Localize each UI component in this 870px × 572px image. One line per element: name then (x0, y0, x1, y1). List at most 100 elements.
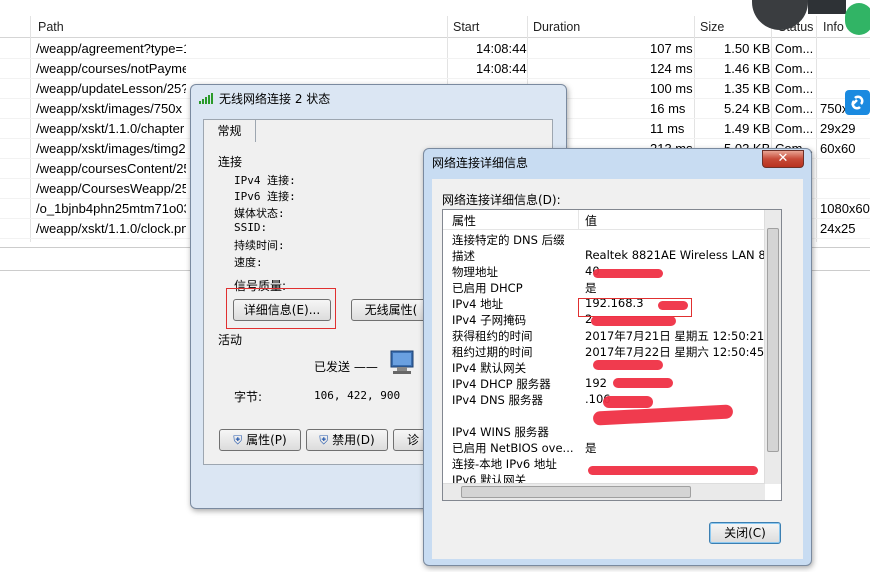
detail-property: IPv4 DHCP 服务器 (452, 377, 551, 391)
detail-property: IPv4 WINS 服务器 (452, 425, 549, 439)
properties-button-label: 属性(P) (246, 433, 287, 447)
column-property[interactable]: 属性 (452, 212, 476, 229)
detail-row[interactable]: 已启用 DHCP 是 (443, 280, 765, 296)
horizontal-scrollbar[interactable] (443, 483, 765, 500)
table-row[interactable]: /weapp/courses/notPayment/25? 14:08:44 124… (0, 59, 870, 79)
detail-row[interactable]: 连接特定的 DNS 后缀 (443, 232, 765, 248)
cell-info: 750x (820, 101, 849, 116)
disable-button-label: 禁用(D) (332, 433, 375, 447)
details-button[interactable]: 详细信息(E)... (233, 299, 331, 321)
detail-value: 是 (585, 281, 597, 295)
detail-row[interactable]: 获得租约的时间 2017年7月21日 星期五 12:50:21 (443, 328, 765, 344)
redaction-mark (591, 316, 676, 326)
link-icon[interactable] (845, 90, 870, 115)
details-list[interactable]: 属性 值 连接特定的 DNS 后缀 描述 Realtek 8821AE Wirele… (442, 209, 782, 501)
properties-button[interactable]: ⛨ 属性(P) (219, 429, 301, 451)
wireless-properties-button[interactable]: 无线属性( (351, 299, 431, 321)
detail-row[interactable]: IPv4 DHCP 服务器 192 (443, 376, 765, 392)
cell-path: /weapp/CoursesWeapp/25 (36, 181, 186, 196)
detail-row[interactable]: 租约过期的时间 2017年7月22日 星期六 12:50:45 (443, 344, 765, 360)
media-state-label: 媒体状态: (234, 207, 285, 220)
list-header: 属性 值 (443, 210, 765, 230)
cell-info: 29x29 (820, 121, 856, 136)
cell-duration: 100 ms (650, 81, 693, 96)
detail-row[interactable]: 已启用 NetBIOS ove... 是 (443, 440, 765, 456)
tab-general[interactable]: 常规 (203, 119, 256, 142)
redaction-mark (613, 378, 673, 388)
dialog-title: 网络连接详细信息 (432, 156, 529, 170)
redaction-mark (593, 269, 663, 278)
speed-panel-widget (808, 0, 846, 14)
detail-property: 已启用 NetBIOS ove... (452, 441, 574, 455)
details-subtitle: 网络连接详细信息(D): (442, 193, 561, 207)
column-info[interactable]: Info (823, 20, 844, 34)
title-bar[interactable]: 无线网络连接 2 状态 (191, 85, 566, 111)
detail-property: IPv4 子网掩码 (452, 313, 527, 327)
cell-path: /weapp/xskt/1.1.0/chapter (36, 121, 185, 136)
network-details-dialog: 网络连接详细信息 ✕ 网络连接详细信息(D): 属性 值 连接特定的 DNS 后… (423, 148, 812, 566)
vertical-scrollbar[interactable] (764, 210, 781, 484)
detail-row[interactable]: 描述 Realtek 8821AE Wireless LAN 80 (443, 248, 773, 264)
column-start[interactable]: Start (453, 20, 479, 34)
scroll-thumb[interactable] (461, 486, 691, 498)
close-button[interactable]: 关闭(C) (709, 522, 781, 544)
detail-property: 获得租约的时间 (452, 329, 533, 343)
cell-path: /weapp/xskt/1.1.0/clock.pn (36, 221, 186, 236)
cell-start: 14:08:44 (476, 41, 527, 56)
detail-property: 连接-本地 IPv6 地址 (452, 457, 557, 471)
redaction-mark (658, 301, 688, 310)
close-icon[interactable]: ✕ (762, 150, 804, 168)
section-activity: 活动 (218, 333, 243, 347)
cell-status: Com... (775, 61, 814, 76)
detail-property: 已启用 DHCP (452, 281, 523, 295)
ipv4-connection-label: IPv4 连接: (234, 174, 296, 187)
speed-label: 速度: (234, 256, 263, 269)
cell-size: 1.46 KB (724, 61, 771, 76)
detail-value: 2017年7月21日 星期五 12:50:21 (585, 329, 765, 343)
section-connection: 连接 (218, 155, 243, 169)
column-path[interactable]: Path (38, 20, 64, 34)
title-bar[interactable]: 网络连接详细信息 ✕ (424, 149, 811, 175)
cell-path: /weapp/updateLesson/25? (36, 81, 186, 96)
column-value[interactable]: 值 (585, 212, 597, 229)
cell-size: 5.24 KB (724, 101, 771, 116)
cell-duration: 16 ms (650, 101, 686, 116)
ssid-label: SSID: (234, 221, 268, 234)
score-badge-icon[interactable] (845, 3, 870, 35)
column-divider (578, 210, 579, 229)
ipv6-connection-label: IPv6 连接: (234, 190, 296, 203)
table-header: Path Start Duration Size Status Info (0, 16, 870, 38)
cell-path: /o_1bjnb4phn25mtm71o03 (36, 201, 186, 216)
disable-button[interactable]: ⛨ 禁用(D) (306, 429, 388, 451)
cell-size: 1.49 KB (724, 121, 771, 136)
redaction-mark (588, 466, 758, 475)
cell-status: Com... (775, 121, 814, 136)
column-size[interactable]: Size (700, 20, 724, 34)
detail-value: 2017年7月22日 星期六 12:50:45 (585, 345, 765, 359)
detail-value: 192 (585, 376, 607, 390)
cell-size: 1.50 KB (724, 41, 771, 56)
detail-row[interactable]: IPv4 WINS 服务器 (443, 424, 765, 440)
cell-path: /weapp/xskt/images/timg2 (36, 141, 186, 156)
redaction-mark (593, 360, 663, 370)
cell-duration: 11 ms (650, 121, 685, 136)
cell-status: Com... (775, 81, 814, 96)
cell-info: 1080x60 (820, 201, 870, 216)
signal-bars-icon (199, 92, 215, 107)
redaction-mark (603, 396, 653, 408)
cell-status: Com... (775, 41, 814, 56)
scroll-thumb[interactable] (767, 228, 779, 452)
detail-value: 是 (585, 441, 597, 455)
cell-status: Com... (775, 101, 814, 116)
column-duration[interactable]: Duration (533, 20, 580, 34)
cell-duration: 124 ms (650, 61, 693, 76)
detail-property: IPv4 默认网关 (452, 361, 527, 375)
cell-path: /weapp/coursesContent/25 (36, 161, 186, 176)
table-row[interactable]: /weapp/agreement?type=1 14:08:44 107 ms 1.5… (0, 39, 870, 59)
duration-label: 持续时间: (234, 239, 285, 252)
bytes-sent-value: 106, 422, 900 (314, 389, 401, 402)
detail-property: 连接特定的 DNS 后缀 (452, 233, 565, 247)
detail-property: IPv4 DNS 服务器 (452, 393, 544, 407)
detail-property: 租约过期的时间 (452, 345, 533, 359)
cell-path: /weapp/courses/notPayment/25? (36, 61, 186, 76)
